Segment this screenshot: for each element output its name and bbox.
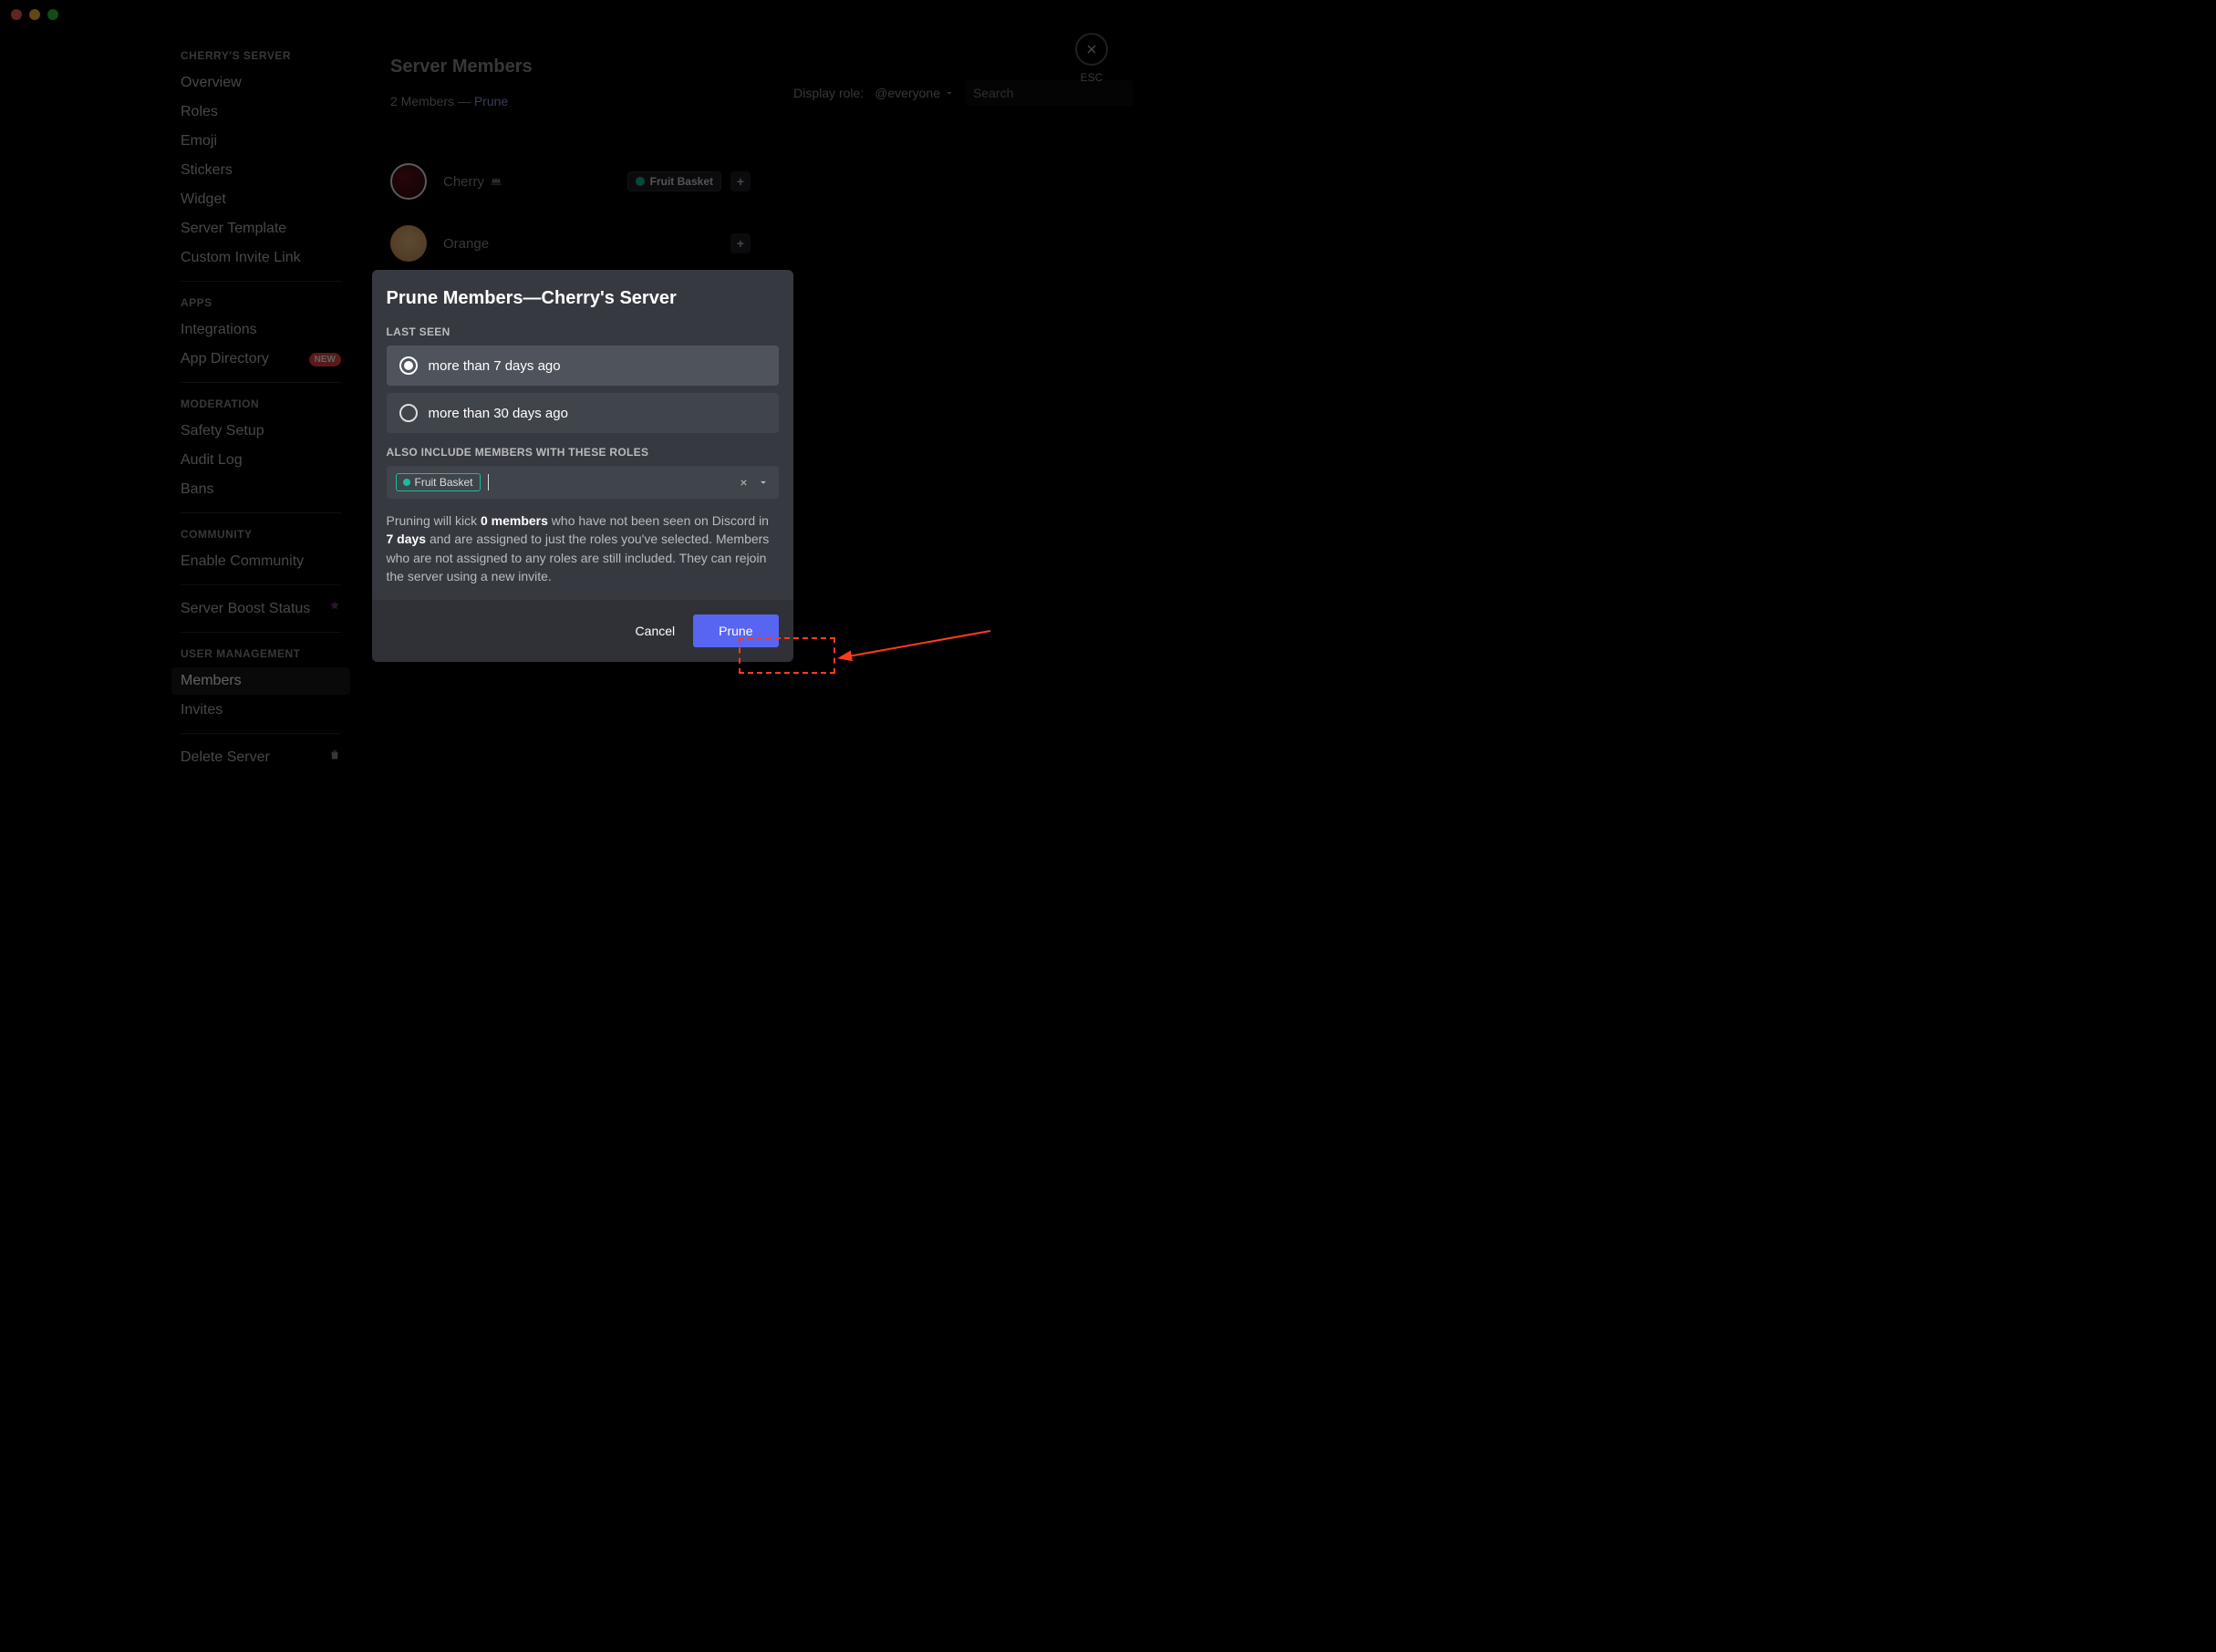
modal-title: Prune Members—Cherry's Server bbox=[387, 288, 779, 309]
radio-30-days[interactable]: more than 30 days ago bbox=[387, 393, 779, 433]
radio-7-days[interactable]: more than 7 days ago bbox=[387, 346, 779, 386]
role-color-icon bbox=[403, 479, 410, 486]
text-cursor bbox=[488, 474, 489, 490]
modal-overlay: Prune Members—Cherry's Server LAST SEEN … bbox=[0, 0, 1165, 873]
modal-description: Pruning will kick 0 members who have not… bbox=[387, 511, 779, 585]
roles-include-label: ALSO INCLUDE MEMBERS WITH THESE ROLES bbox=[387, 446, 779, 459]
cancel-button[interactable]: Cancel bbox=[636, 624, 676, 638]
clear-icon[interactable]: × bbox=[740, 475, 747, 490]
chevron-down-icon[interactable] bbox=[757, 476, 770, 489]
prune-button[interactable]: Prune bbox=[693, 614, 778, 647]
role-chip[interactable]: Fruit Basket bbox=[396, 473, 481, 491]
radio-icon bbox=[399, 356, 418, 375]
last-seen-label: LAST SEEN bbox=[387, 325, 779, 338]
radio-icon bbox=[399, 404, 418, 422]
roles-include-input[interactable]: Fruit Basket × bbox=[387, 466, 779, 499]
prune-modal: Prune Members—Cherry's Server LAST SEEN … bbox=[372, 270, 793, 662]
